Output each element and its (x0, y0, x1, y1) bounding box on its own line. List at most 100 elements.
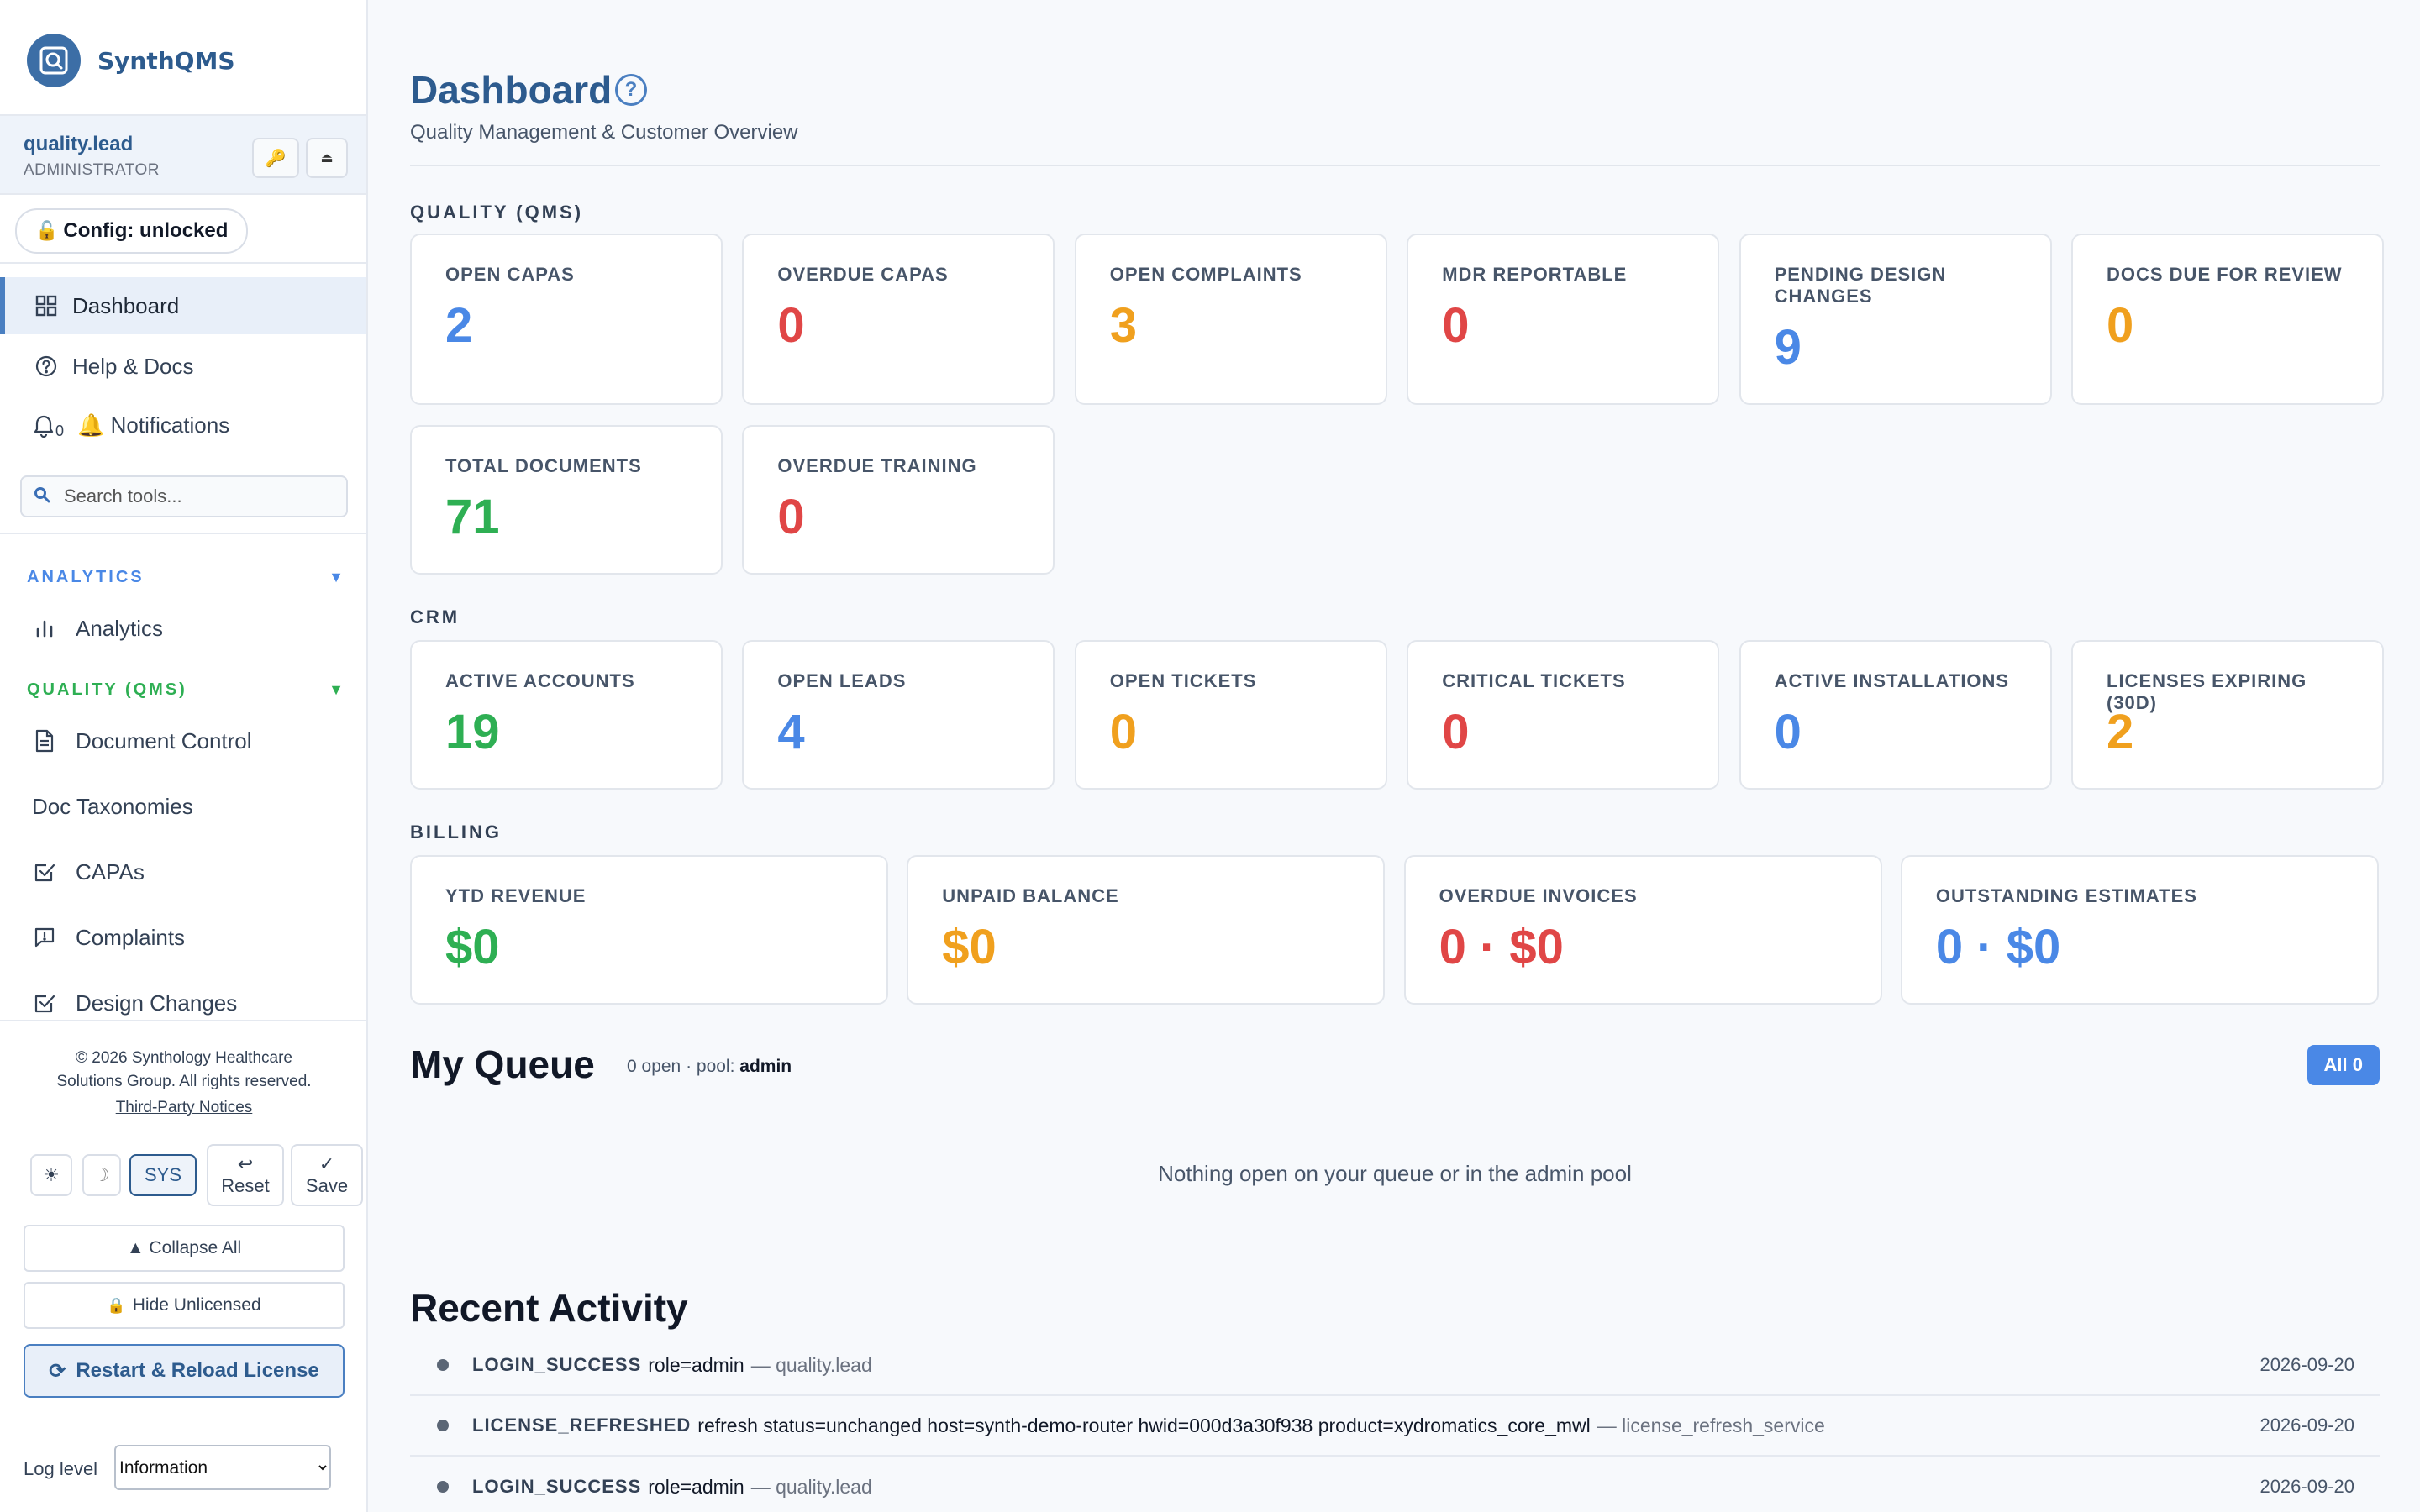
copyright-line-1: © 2026 Synthology Healthcare (76, 1049, 292, 1067)
stat-card[interactable]: ACTIVE ACCOUNTS 19 (410, 640, 723, 790)
queue-empty-message: Nothing open on your queue or in the adm… (1158, 1161, 1632, 1186)
config-label: Config: unlocked (63, 219, 229, 242)
queue-all-badge[interactable]: All 0 (2307, 1045, 2380, 1085)
stat-card-label: ACTIVE ACCOUNTS (445, 670, 635, 691)
third-party-notices-link[interactable]: Third-Party Notices (0, 1099, 366, 1117)
dark-theme-button[interactable]: ☽ (82, 1154, 121, 1196)
stat-card-label: YTD REVENUE (445, 885, 587, 906)
reset-label: Reset (221, 1175, 270, 1196)
stat-card-value: 0 (1442, 705, 1470, 759)
nav-capas[interactable]: CAPAs (30, 847, 145, 897)
system-theme-button[interactable]: SYS (129, 1154, 197, 1196)
copyright: © 2026 Synthology Healthcare Solutions G… (25, 1047, 343, 1094)
page-subtitle: Quality Management & Customer Overview (410, 121, 798, 144)
activity-detail: refresh status=unchanged host=synth-demo… (697, 1414, 1591, 1436)
stat-card-label: OVERDUE TRAINING (777, 455, 977, 476)
page-help-icon[interactable]: ? (615, 74, 647, 106)
stat-card-label: OVERDUE CAPAS (777, 264, 949, 285)
search-icon (34, 486, 50, 507)
stat-card[interactable]: OVERDUE TRAINING 0 (742, 425, 1055, 575)
grid-icon (32, 291, 60, 320)
stat-card[interactable]: OVERDUE CAPAS 0 (742, 234, 1055, 405)
activity-row[interactable]: LICENSE_REFRESHED refresh status=unchange… (410, 1396, 2380, 1457)
stat-card-value: 2 (445, 298, 473, 353)
activity-row[interactable]: LOGIN_SUCCESS role=admin — quality.lead 202… (410, 1457, 2380, 1512)
reset-button[interactable]: ↩ Reset (207, 1144, 284, 1206)
light-theme-button[interactable]: ☀ (30, 1154, 72, 1196)
stat-card[interactable]: OUTSTANDING ESTIMATES 0 · $0 (1900, 855, 2379, 1005)
nav-document-control[interactable]: Document Control (30, 716, 252, 766)
stat-card-value: 0 (1774, 705, 1802, 759)
activity-row[interactable]: LOGIN_SUCCESS role=admin — quality.lead 202… (410, 1336, 2380, 1396)
save-label: Save (305, 1175, 349, 1196)
save-button[interactable]: ✓ Save (291, 1144, 363, 1206)
sidebar: SynthQMS quality.lead ADMINISTRATOR 🔑 ⏏ … (0, 0, 368, 1512)
eject-button[interactable]: ⏏ (306, 138, 348, 178)
search-input[interactable] (62, 485, 334, 508)
refresh-icon: ⟳ (49, 1359, 66, 1383)
stat-card[interactable]: PENDING DESIGN CHANGES 9 (1739, 234, 2052, 405)
notifications-count: 0 (55, 422, 65, 439)
stat-card[interactable]: OPEN TICKETS 0 (1074, 640, 1387, 790)
nav-help-label: Help & Docs (72, 353, 194, 379)
queue-pool: admin (739, 1057, 792, 1076)
stat-card-value: 2 (2107, 705, 2134, 759)
key-button[interactable]: 🔑 (252, 138, 299, 178)
eject-icon: ⏏ (320, 151, 334, 165)
stat-card-value: 0 (1442, 298, 1470, 353)
user-role: ADMINISTRATOR (24, 161, 160, 179)
stat-card[interactable]: OVERDUE INVOICES 0 · $0 (1403, 855, 1882, 1005)
stat-card-label: ACTIVE INSTALLATIONS (1774, 670, 2010, 691)
help-icon (32, 352, 60, 381)
nav-notifications-label: 🔔 Notifications (77, 412, 230, 438)
stat-card-value: 0 · $0 (1935, 920, 2061, 974)
stat-card[interactable]: YTD REVENUE $0 (410, 855, 888, 1005)
stat-card-label: UNPAID BALANCE (942, 885, 1119, 906)
nav-complaints[interactable]: Complaints (30, 912, 185, 963)
checkbox-icon (30, 858, 59, 886)
stat-card[interactable]: CRITICAL TICKETS 0 (1407, 640, 1720, 790)
activity-date: 2026-09-20 (2260, 1476, 2354, 1497)
stat-card[interactable]: ACTIVE INSTALLATIONS 0 (1739, 640, 2052, 790)
nav-analytics[interactable]: Analytics (30, 603, 163, 654)
bullet-icon (437, 1420, 449, 1431)
stat-card[interactable]: TOTAL DOCUMENTS 71 (410, 425, 723, 575)
collapse-all-button[interactable]: ▲ Collapse All (24, 1225, 345, 1272)
stat-card[interactable]: UNPAID BALANCE $0 (907, 855, 1386, 1005)
system-theme-label: SYS (144, 1164, 182, 1185)
queue-meta-prefix: 0 open · pool: (627, 1057, 735, 1076)
nav-doc-taxonomies[interactable]: Doc Taxonomies (32, 781, 193, 832)
stat-card[interactable]: OPEN COMPLAINTS 3 (1074, 234, 1387, 405)
lock-icon: 🔒 (107, 1296, 126, 1314)
unlock-icon: 🔓 (35, 220, 59, 241)
log-level-label: Log level (24, 1458, 98, 1479)
nav-help[interactable]: Help & Docs (0, 338, 366, 395)
hide-unlicensed-button[interactable]: 🔒 Hide Unlicensed (24, 1282, 345, 1329)
checkbox-icon (30, 989, 59, 1017)
reload-label: Restart & Reload License (76, 1359, 319, 1382)
nav-notifications[interactable]: 0 🔔 Notifications (0, 396, 366, 454)
tool-search[interactable] (20, 475, 348, 517)
sun-icon: ☀ (43, 1164, 60, 1185)
section-quality-header[interactable]: QUALITY (QMS) ▼ (27, 680, 346, 700)
bullet-icon (437, 1359, 449, 1371)
moon-icon: ☽ (93, 1164, 110, 1185)
crm-group-label: CRM (410, 606, 460, 627)
brand[interactable]: SynthQMS (27, 32, 235, 89)
restart-reload-license-button[interactable]: ⟳ Restart & Reload License (24, 1344, 345, 1398)
stat-card-label: OPEN TICKETS (1109, 670, 1257, 691)
nav-dashboard[interactable]: Dashboard (0, 277, 366, 334)
stat-card[interactable]: DOCS DUE FOR REVIEW 0 (2071, 234, 2384, 405)
divider (0, 262, 366, 264)
stat-card-label: OVERDUE INVOICES (1439, 885, 1638, 906)
stat-card[interactable]: OPEN LEADS 4 (742, 640, 1055, 790)
brand-logo-icon (27, 34, 81, 87)
billing-group-label: BILLING (410, 822, 502, 843)
log-level-select[interactable]: Information (114, 1445, 331, 1490)
activity-event: LOGIN_SUCCESS (472, 1354, 642, 1375)
stat-card[interactable]: MDR REPORTABLE 0 (1407, 234, 1720, 405)
stat-card[interactable]: LICENSES EXPIRING (30D) 2 (2071, 640, 2384, 790)
stat-card[interactable]: OPEN CAPAS 2 (410, 234, 723, 405)
config-lock-toggle[interactable]: 🔓 Config: unlocked (15, 208, 249, 254)
section-analytics-header[interactable]: ANALYTICS ▼ (27, 568, 346, 587)
